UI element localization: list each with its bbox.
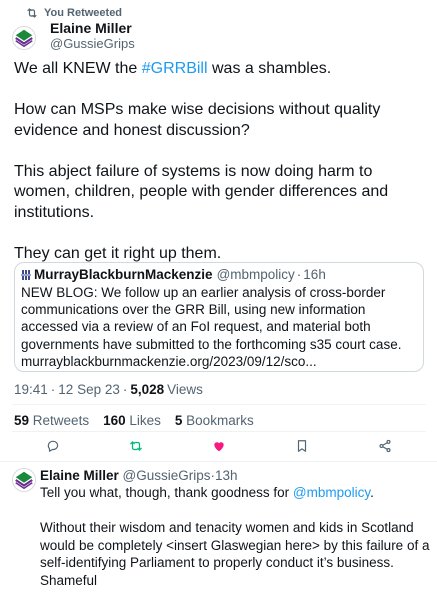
- reply-button[interactable]: [41, 434, 65, 458]
- avatar-logo-icon: [13, 27, 35, 49]
- reply-text-segment: .: [370, 485, 374, 500]
- tweet-paragraph-2: How can MSPs make wise decisions without…: [14, 101, 381, 139]
- meta-dot: ·: [50, 382, 56, 397]
- action-bar: [12, 432, 426, 460]
- tweet-author: Elaine Miller @GussieGrips: [12, 20, 135, 52]
- views-count: 5,028: [130, 382, 165, 397]
- quoted-author-name: MurrayBlackburnMackenzie: [34, 267, 213, 282]
- bookmark-button[interactable]: [290, 434, 314, 458]
- reply-tweet[interactable]: Elaine Miller @GussieGrips·13h Tell you …: [0, 462, 437, 600]
- quoted-dot: ·: [296, 267, 302, 282]
- quoted-time: 16h: [303, 267, 326, 282]
- quoted-tweet-header: MurrayBlackburnMackenzie @mbmpolicy · 16…: [21, 266, 417, 283]
- quoted-tweet-text: NEW BLOG: We follow up an earlier analys…: [21, 285, 402, 369]
- retweet-icon: [130, 441, 143, 451]
- like-button[interactable]: [207, 434, 231, 458]
- share-button[interactable]: [373, 434, 397, 458]
- bookmarks-stat[interactable]: 5 Bookmarks: [175, 413, 254, 428]
- retweet-button[interactable]: [124, 434, 148, 458]
- likes-stat[interactable]: 160 Likes: [103, 413, 161, 428]
- tweet-text-segment: was a shambles.: [207, 60, 332, 77]
- views-label: Views: [167, 382, 203, 397]
- tweet-time[interactable]: 19:41: [14, 382, 48, 397]
- retweets-count: 59: [14, 413, 30, 428]
- avatar[interactable]: [12, 26, 36, 50]
- reply-author-handle[interactable]: @GussieGrips: [123, 468, 211, 483]
- reply-time[interactable]: 13h: [215, 468, 238, 483]
- reply-header: Elaine Miller @GussieGrips·13h: [40, 467, 238, 484]
- retweets-label: Retweets: [32, 413, 90, 428]
- tweet-meta: 19:41 · 12 Sep 23 · 5,028 Views: [14, 382, 203, 397]
- retweet-indicator-label: You Retweeted: [44, 7, 123, 19]
- reply-text-segment: Tell you what, though, thank goodness fo…: [40, 485, 293, 500]
- divider: [12, 404, 426, 405]
- tweet-text: We all KNEW the #GRRBill was a shambles.…: [14, 59, 426, 264]
- share-icon: [379, 439, 391, 453]
- reply-text: Tell you what, though, thank goodness fo…: [40, 484, 432, 589]
- mention-link[interactable]: @mbmpolicy: [293, 485, 370, 500]
- reply-paragraph-1: Tell you what, though, thank goodness fo…: [40, 484, 432, 502]
- reply-icon: [48, 440, 59, 452]
- quoted-tweet-card[interactable]: MurrayBlackburnMackenzie @mbmpolicy · 16…: [14, 262, 424, 372]
- tweet-date[interactable]: 12 Sep 23: [58, 382, 120, 397]
- author-name[interactable]: Elaine Miller: [50, 20, 135, 36]
- like-icon: [214, 442, 224, 452]
- meta-dot: ·: [122, 382, 128, 397]
- hashtag-link[interactable]: #GRRBill: [142, 60, 208, 77]
- retweet-small-icon: [27, 8, 37, 18]
- bookmark-icon: [297, 440, 306, 452]
- bookmarks-label: Bookmarks: [186, 413, 254, 428]
- tweet-paragraph-4: They can get it right up them.: [14, 244, 222, 262]
- reply-avatar[interactable]: [12, 468, 36, 492]
- quoted-author-handle: @mbmpolicy: [216, 267, 295, 282]
- likes-count: 160: [103, 413, 126, 428]
- engagement-stats: 59 Retweets 160 Likes 5 Bookmarks: [14, 413, 254, 428]
- likes-label: Likes: [129, 413, 161, 428]
- retweets-stat[interactable]: 59 Retweets: [14, 413, 89, 428]
- tweet-paragraph-3: This abject failure of systems is now do…: [14, 162, 389, 221]
- reply-paragraph-2: Without their wisdom and tenacity women …: [40, 520, 430, 588]
- author-handle[interactable]: @GussieGrips: [50, 36, 135, 52]
- quoted-avatar-icon: [21, 269, 31, 280]
- bookmarks-count: 5: [174, 413, 183, 428]
- retweet-indicator: You Retweeted: [26, 6, 122, 20]
- tweet-text-segment: We all KNEW the: [14, 60, 142, 77]
- avatar-logo-icon: [13, 469, 35, 491]
- tweet-paragraph-1: We all KNEW the #GRRBill was a shambles.: [14, 59, 426, 80]
- reply-author-name[interactable]: Elaine Miller: [40, 468, 119, 483]
